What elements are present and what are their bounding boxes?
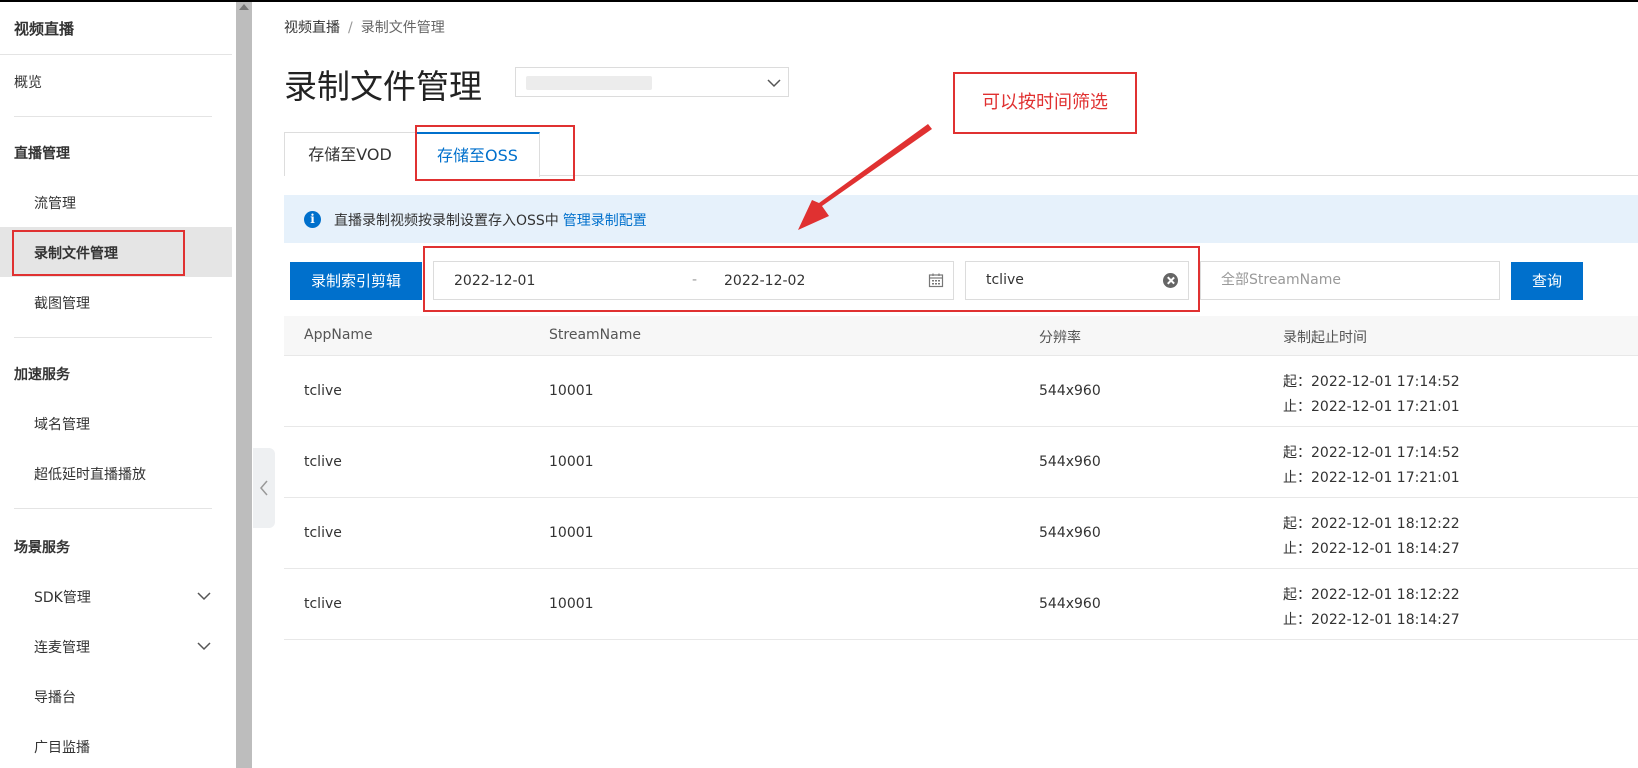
- cell-app: tclive: [304, 596, 342, 612]
- region-select[interactable]: [515, 67, 789, 97]
- cell-resolution: 544x960: [1039, 383, 1101, 399]
- table-row[interactable]: tclive 10001 544x960 起：2022-12-01 18:12:…: [284, 569, 1638, 640]
- record-table: AppName StreamName 分辨率 录制起止时间 tclive 100…: [284, 316, 1638, 640]
- clear-icon[interactable]: [1163, 273, 1178, 288]
- cell-time-end: 止：2022-12-01 18:14:27: [1283, 612, 1460, 628]
- info-icon: i: [304, 211, 321, 228]
- region-select-value-redacted: [526, 76, 652, 90]
- chevron-down-icon[interactable]: [196, 638, 212, 654]
- date-end[interactable]: 2022-12-02: [724, 273, 805, 289]
- breadcrumb-root[interactable]: 视频直播: [284, 20, 340, 36]
- sidebar-group-scene: 场景服务: [14, 540, 70, 556]
- chevron-left-icon: [260, 480, 268, 496]
- sidebar-item-record[interactable]: 录制文件管理: [34, 243, 118, 263]
- sidebar-divider: [0, 54, 232, 55]
- cell-stream: 10001: [549, 383, 594, 399]
- info-text: 直播录制视频按录制设置存入OSS中 管理录制配置: [334, 210, 647, 230]
- info-banner: i 直播录制视频按录制设置存入OSS中 管理录制配置: [284, 195, 1638, 243]
- sidebar-group-live: 直播管理: [14, 146, 70, 162]
- sidebar-item-mic[interactable]: 连麦管理: [34, 637, 90, 657]
- date-start[interactable]: 2022-12-01: [454, 273, 535, 289]
- cell-time: 起：2022-12-01 17:14:52 止：2022-12-01 17:21:…: [1283, 370, 1460, 420]
- storage-tabs: 存储至VOD 存储至OSS: [284, 132, 1638, 177]
- table-row[interactable]: tclive 10001 544x960 起：2022-12-01 17:14:…: [284, 356, 1638, 427]
- scroll-up-arrow-icon[interactable]: [239, 4, 249, 10]
- cell-stream: 10001: [549, 525, 594, 541]
- info-message: 直播录制视频按录制设置存入OSS中: [334, 213, 559, 229]
- cell-time: 起：2022-12-01 18:12:22 止：2022-12-01 18:14:…: [1283, 512, 1460, 562]
- cell-time-end: 止：2022-12-01 18:14:27: [1283, 541, 1460, 557]
- cell-resolution: 544x960: [1039, 596, 1101, 612]
- cell-stream: 10001: [549, 596, 594, 612]
- page-title: 录制文件管理: [284, 67, 482, 106]
- table-row[interactable]: tclive 10001 544x960 起：2022-12-01 18:12:…: [284, 498, 1638, 569]
- sidebar-item-overview[interactable]: 概览: [14, 72, 42, 92]
- sidebar-item-domain[interactable]: 域名管理: [34, 414, 90, 434]
- calendar-icon[interactable]: [928, 272, 944, 288]
- breadcrumb-separator: /: [348, 20, 353, 36]
- breadcrumb-current: 录制文件管理: [360, 20, 445, 36]
- sidebar-group-accel: 加速服务: [14, 367, 70, 383]
- manage-record-config-link[interactable]: 管理录制配置: [563, 213, 647, 229]
- cell-time-start: 起：2022-12-01 17:14:52: [1283, 445, 1460, 461]
- query-button[interactable]: 查询: [1511, 262, 1583, 300]
- table-header: AppName StreamName 分辨率 录制起止时间: [284, 316, 1638, 356]
- sidebar-scrollbar[interactable]: [236, 2, 252, 768]
- tab-vod[interactable]: 存储至VOD: [284, 132, 416, 176]
- cell-time-start: 起：2022-12-01 17:14:52: [1283, 374, 1460, 390]
- sidebar-item-sdk[interactable]: SDK管理: [34, 587, 91, 607]
- annotation-arrow-icon: [798, 124, 932, 230]
- sidebar-title: 视频直播: [14, 20, 75, 38]
- cell-time: 起：2022-12-01 18:12:22 止：2022-12-01 18:14:…: [1283, 583, 1460, 633]
- chevron-down-icon: [767, 79, 781, 88]
- annotation-note-text: 可以按时间筛选: [982, 92, 1108, 113]
- app-name-value: tclive: [986, 272, 1024, 288]
- cell-app: tclive: [304, 454, 342, 470]
- sidebar-item-snapshot[interactable]: 截图管理: [34, 293, 90, 313]
- header-resolution: 分辨率: [1039, 330, 1081, 346]
- cell-time-end: 止：2022-12-01 17:21:01: [1283, 470, 1460, 486]
- cell-time-start: 起：2022-12-01 18:12:22: [1283, 587, 1460, 603]
- stream-name-input[interactable]: 全部StreamName: [1200, 261, 1500, 300]
- cell-stream: 10001: [549, 454, 594, 470]
- cell-app: tclive: [304, 525, 342, 541]
- cell-resolution: 544x960: [1039, 454, 1101, 470]
- breadcrumb: 视频直播 / 录制文件管理: [284, 17, 445, 37]
- table-row[interactable]: tclive 10001 544x960 起：2022-12-01 17:14:…: [284, 427, 1638, 498]
- cell-resolution: 544x960: [1039, 525, 1101, 541]
- sidebar-divider: [14, 337, 212, 338]
- date-range-picker[interactable]: 2022-12-01 - 2022-12-02: [433, 261, 954, 300]
- sidebar-divider: [14, 508, 212, 509]
- sidebar-divider: [14, 116, 212, 117]
- header-appname: AppName: [304, 327, 373, 343]
- tab-oss[interactable]: 存储至OSS: [416, 132, 540, 177]
- sidebar-item-director[interactable]: 导播台: [34, 687, 76, 707]
- header-streamname: StreamName: [549, 327, 641, 343]
- sidebar: 视频直播 概览 直播管理 流管理 录制文件管理 截图管理 加速服务 域名管理 超…: [0, 2, 232, 768]
- annotation-note-box: 可以按时间筛选: [953, 72, 1137, 134]
- app-name-input[interactable]: tclive: [965, 261, 1189, 300]
- sidebar-collapse-button[interactable]: [253, 448, 275, 528]
- cell-time-start: 起：2022-12-01 18:12:22: [1283, 516, 1460, 532]
- record-index-clip-button[interactable]: 录制索引剪辑: [290, 262, 422, 300]
- cell-app: tclive: [304, 383, 342, 399]
- sidebar-item-stream[interactable]: 流管理: [34, 193, 76, 213]
- chevron-down-icon[interactable]: [196, 588, 212, 604]
- cell-time: 起：2022-12-01 17:14:52 止：2022-12-01 17:21:…: [1283, 441, 1460, 491]
- cell-time-end: 止：2022-12-01 17:21:01: [1283, 399, 1460, 415]
- date-separator: -: [692, 272, 698, 288]
- header-record-time: 录制起止时间: [1283, 330, 1367, 346]
- sidebar-item-monitor[interactable]: 广目监播: [34, 737, 90, 757]
- sidebar-item-low-latency[interactable]: 超低延时直播播放: [34, 464, 146, 484]
